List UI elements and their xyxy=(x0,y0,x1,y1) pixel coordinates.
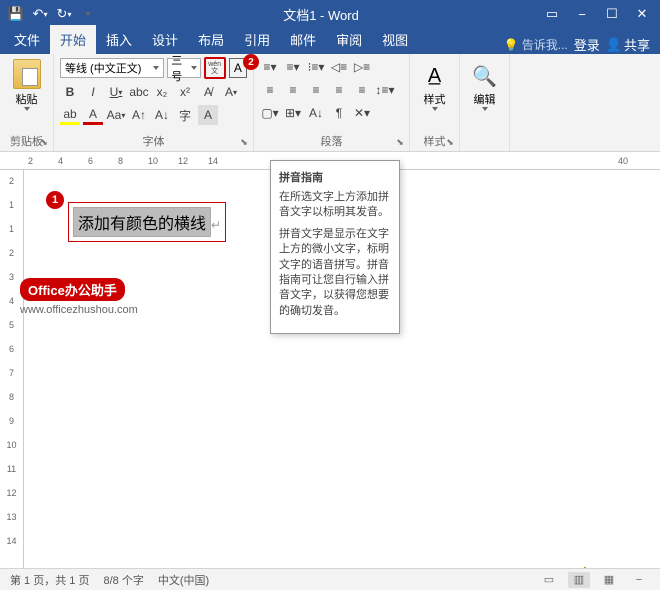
editing-button[interactable]: 🔍 编辑 xyxy=(466,57,503,111)
grow-font-button[interactable]: A↑ xyxy=(129,105,149,125)
read-mode-icon[interactable]: ▭ xyxy=(538,572,560,588)
align-center-button[interactable]: ≡ xyxy=(283,80,303,100)
ribbon-tabs: 文件 开始 插入 设计 布局 引用 邮件 审阅 视图 💡告诉我... 登录 👤共… xyxy=(0,28,660,54)
tab-home[interactable]: 开始 xyxy=(50,25,96,54)
styles-label: 样式 xyxy=(424,91,446,107)
status-word-count[interactable]: 8/8 个字 xyxy=(103,572,143,588)
share-button[interactable]: 👤共享 xyxy=(606,35,650,54)
decrease-indent-button[interactable]: ◁≡ xyxy=(329,57,349,77)
paste-label: 粘贴 xyxy=(16,91,38,107)
enclose-char-button[interactable]: 字 xyxy=(175,105,195,125)
underline-button[interactable]: U▾ xyxy=(106,82,126,102)
tab-file[interactable]: 文件 xyxy=(4,25,50,54)
char-scaling-button[interactable]: A xyxy=(198,105,218,125)
vertical-ruler[interactable]: 2 1 1 2 3 4 5 6 7 8 9 10 11 12 13 14 xyxy=(0,170,24,570)
sort-button[interactable]: A↓ xyxy=(306,103,326,123)
group-clipboard: 粘贴 剪贴板 ⬊ xyxy=(0,54,54,151)
paste-button[interactable]: 粘贴 xyxy=(6,57,47,113)
watermark-office: Office办公助手 www.officezhushou.com xyxy=(20,278,138,316)
print-layout-icon[interactable]: ▥ xyxy=(568,572,590,588)
shrink-font-button[interactable]: A↓ xyxy=(152,105,172,125)
save-icon[interactable]: 💾 xyxy=(8,6,24,22)
window-title: 文档1 - Word xyxy=(104,5,538,24)
paste-icon xyxy=(13,59,41,89)
strikethrough-button[interactable]: abc xyxy=(129,82,149,102)
char-shading-button[interactable]: Aa▾ xyxy=(106,105,126,125)
tab-mailings[interactable]: 邮件 xyxy=(280,25,326,54)
asian-layout-button[interactable]: ✕▾ xyxy=(352,103,372,123)
distributed-button[interactable]: ≡ xyxy=(352,80,372,100)
status-page[interactable]: 第 1 页，共 1 页 xyxy=(10,572,89,588)
subscript-button[interactable]: x₂ xyxy=(152,82,172,102)
styles-icon: A̲ xyxy=(420,61,450,91)
text-highlight-button[interactable]: ab xyxy=(60,105,80,125)
tab-insert[interactable]: 插入 xyxy=(96,25,142,54)
maximize-button[interactable]: ☐ xyxy=(598,3,626,25)
signin-link[interactable]: 登录 xyxy=(574,35,600,54)
tab-design[interactable]: 设计 xyxy=(142,25,188,54)
tell-me-search[interactable]: 💡告诉我... xyxy=(504,36,568,53)
align-left-button[interactable]: ≡ xyxy=(260,80,280,100)
callout-badge-2: 2 xyxy=(243,54,259,70)
title-bar: 💾 ↶▾ ↻▾ 文档1 - Word ▭ − ☐ ✕ xyxy=(0,0,660,28)
group-editing: 🔍 编辑 xyxy=(460,54,510,151)
ribbon-options-icon[interactable]: ▭ xyxy=(538,3,566,25)
group-font: 等线 (中文正文) 三号 wén文 A B I U▾ abc x₂ x² A̸ … xyxy=(54,54,254,151)
quick-access-toolbar: 💾 ↶▾ ↻▾ xyxy=(0,6,104,22)
tab-review[interactable]: 审阅 xyxy=(326,25,372,54)
find-icon: 🔍 xyxy=(470,61,500,91)
font-launcher-icon[interactable]: ⬊ xyxy=(238,136,250,148)
styles-button[interactable]: A̲ 样式 xyxy=(416,57,453,111)
justify-button[interactable]: ≡ xyxy=(329,80,349,100)
status-bar: 第 1 页，共 1 页 8/8 个字 中文(中国) ▭ ▥ ▦ − xyxy=(0,568,660,590)
tooltip-paragraph: 在所选文字上方添加拼音文字以标明其发音。 xyxy=(279,190,391,221)
bullets-button[interactable]: ≡▾ xyxy=(260,57,280,77)
watermark-url: www.officezhushou.com xyxy=(20,304,138,316)
tab-layout[interactable]: 布局 xyxy=(188,25,234,54)
web-layout-icon[interactable]: ▦ xyxy=(598,572,620,588)
close-button[interactable]: ✕ xyxy=(628,3,656,25)
superscript-button[interactable]: x² xyxy=(175,82,195,102)
line-spacing-button[interactable]: ↕≡▾ xyxy=(375,80,395,100)
show-marks-button[interactable]: ¶ xyxy=(329,103,349,123)
paragraph-launcher-icon[interactable]: ⬊ xyxy=(394,136,406,148)
phonetic-guide-tooltip: 拼音指南 在所选文字上方添加拼音文字以标明其发音。 拼音文字是显示在文字上方的微… xyxy=(270,160,400,334)
paragraph-group-label: 段落 xyxy=(260,131,403,149)
font-color-button[interactable]: A xyxy=(83,105,103,125)
tooltip-paragraph: 拼音文字是显示在文字上方的微小文字，标明文字的语音拼写。拼音指南可让您自行输入拼… xyxy=(279,227,391,319)
watermark-badge: Office办公助手 xyxy=(20,278,125,301)
font-size-combo[interactable]: 三号 xyxy=(167,58,200,78)
qat-customize-icon[interactable] xyxy=(80,6,96,22)
font-name-combo[interactable]: 等线 (中文正文) xyxy=(60,58,164,78)
font-group-label: 字体 xyxy=(60,131,247,149)
increase-indent-button[interactable]: ▷≡ xyxy=(352,57,372,77)
tooltip-title: 拼音指南 xyxy=(279,169,391,185)
clear-format-button[interactable]: A̸ xyxy=(198,82,218,102)
selected-text[interactable]: 添加有颜色的横线 xyxy=(73,207,211,237)
status-language[interactable]: 中文(中国) xyxy=(158,572,209,588)
numbering-button[interactable]: ≡▾ xyxy=(283,57,303,77)
align-right-button[interactable]: ≡ xyxy=(306,80,326,100)
text-effects-button[interactable]: A▾ xyxy=(221,82,241,102)
styles-launcher-icon[interactable]: ⬊ xyxy=(444,136,456,148)
ribbon: 粘贴 剪贴板 ⬊ 等线 (中文正文) 三号 wén文 A B I U▾ abc … xyxy=(0,54,660,152)
tab-references[interactable]: 引用 xyxy=(234,25,280,54)
group-styles: A̲ 样式 样式 ⬊ xyxy=(410,54,460,151)
clipboard-launcher-icon[interactable]: ⬊ xyxy=(38,136,50,148)
borders-button[interactable]: ⊞▾ xyxy=(283,103,303,123)
group-paragraph: ≡▾ ≡▾ ⁝≡▾ ◁≡ ▷≡ ≡ ≡ ≡ ≡ ≡ ↕≡▾ ▢▾ ⊞▾ A↓ ¶… xyxy=(254,54,410,151)
window-controls: ▭ − ☐ ✕ xyxy=(538,3,660,25)
phonetic-guide-button[interactable]: wén文 xyxy=(204,57,226,79)
zoom-out-button[interactable]: − xyxy=(628,572,650,588)
bold-button[interactable]: B xyxy=(60,82,80,102)
redo-icon[interactable]: ↻▾ xyxy=(56,6,72,22)
callout-badge-1: 1 xyxy=(46,191,64,209)
tab-view[interactable]: 视图 xyxy=(372,25,418,54)
multilevel-button[interactable]: ⁝≡▾ xyxy=(306,57,326,77)
italic-button[interactable]: I xyxy=(83,82,103,102)
minimize-button[interactable]: − xyxy=(568,3,596,25)
undo-icon[interactable]: ↶▾ xyxy=(32,6,48,22)
shading-button[interactable]: ▢▾ xyxy=(260,103,280,123)
editing-label: 编辑 xyxy=(474,91,496,107)
